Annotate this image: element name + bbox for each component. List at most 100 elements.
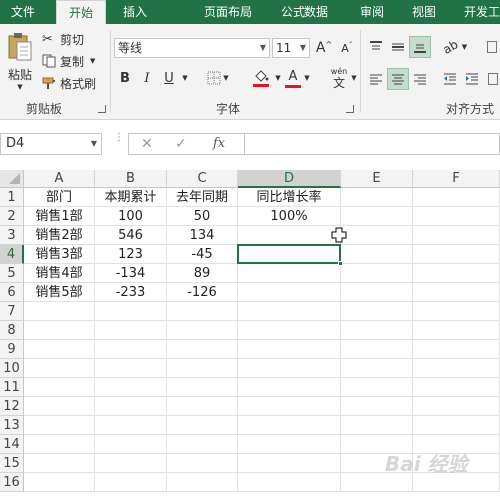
tab-view[interactable]: 视图 xyxy=(404,0,444,24)
cell-a10[interactable] xyxy=(24,359,95,378)
align-bottom-button[interactable] xyxy=(409,36,431,58)
phonetic-dropdown-icon[interactable]: ▼ xyxy=(350,68,358,88)
cell-f6[interactable] xyxy=(413,283,500,302)
cell-b7[interactable] xyxy=(95,302,167,321)
cell-a5[interactable]: 销售4部 xyxy=(24,264,95,283)
fill-color-dropdown-icon[interactable]: ▼ xyxy=(274,68,282,88)
cell-c9[interactable] xyxy=(167,340,238,359)
cell-c1[interactable]: 去年同期 xyxy=(167,188,238,207)
cell-d12[interactable] xyxy=(238,397,341,416)
cell-c7[interactable] xyxy=(167,302,238,321)
row-header-1[interactable]: 1 xyxy=(0,188,24,207)
cell-a11[interactable] xyxy=(24,378,95,397)
column-header-f[interactable]: F xyxy=(413,170,500,188)
cell-a12[interactable] xyxy=(24,397,95,416)
cell-d6[interactable] xyxy=(238,283,341,302)
cell-b4[interactable]: 123 xyxy=(95,245,167,264)
cell-e6[interactable] xyxy=(341,283,413,302)
font-color-button[interactable]: A xyxy=(283,66,303,90)
cell-a8[interactable] xyxy=(24,321,95,340)
row-header-13[interactable]: 13 xyxy=(0,416,24,435)
cell-a15[interactable] xyxy=(24,454,95,473)
cell-d15[interactable] xyxy=(238,454,341,473)
cell-f9[interactable] xyxy=(413,340,500,359)
row-header-11[interactable]: 11 xyxy=(0,378,24,397)
cell-a16[interactable] xyxy=(24,473,95,492)
cell-d2[interactable]: 100% xyxy=(238,207,341,226)
cut-button[interactable]: ✂ 剪切 xyxy=(42,30,92,48)
column-header-d[interactable]: D xyxy=(238,170,341,188)
cell-c8[interactable] xyxy=(167,321,238,340)
decrease-indent-button[interactable] xyxy=(440,68,460,90)
row-header-16[interactable]: 16 xyxy=(0,473,24,492)
align-center-button[interactable] xyxy=(387,68,409,90)
cell-e2[interactable] xyxy=(341,207,413,226)
orientation-button[interactable]: ab ▼ xyxy=(440,36,470,58)
row-header-9[interactable]: 9 xyxy=(0,340,24,359)
formula-input[interactable] xyxy=(244,133,500,155)
cell-e11[interactable] xyxy=(341,378,413,397)
cell-c11[interactable] xyxy=(167,378,238,397)
cell-e7[interactable] xyxy=(341,302,413,321)
cell-e10[interactable] xyxy=(341,359,413,378)
fill-color-button[interactable] xyxy=(246,66,276,90)
tab-page-layout[interactable]: 页面布局 xyxy=(196,0,260,24)
tab-insert[interactable]: 插入 xyxy=(112,0,158,24)
underline-button[interactable]: U xyxy=(160,68,178,88)
grow-font-button[interactable]: A ^ xyxy=(315,38,333,58)
clipboard-dialog-launcher[interactable] xyxy=(98,105,106,113)
column-header-b[interactable]: B xyxy=(95,170,167,188)
cell-c2[interactable]: 50 xyxy=(167,207,238,226)
cell-d7[interactable] xyxy=(238,302,341,321)
cell-e13[interactable] xyxy=(341,416,413,435)
cell-c10[interactable] xyxy=(167,359,238,378)
row-header-14[interactable]: 14 xyxy=(0,435,24,454)
cell-b1[interactable]: 本期累计 xyxy=(95,188,167,207)
borders-button[interactable]: ▼ xyxy=(204,68,232,88)
cell-d1[interactable]: 同比增长率 xyxy=(238,188,341,207)
cell-e12[interactable] xyxy=(341,397,413,416)
column-header-c[interactable]: C xyxy=(167,170,238,188)
cell-f4[interactable] xyxy=(413,245,500,264)
shrink-font-button[interactable]: Aˇ xyxy=(338,38,356,58)
row-header-4[interactable]: 4 xyxy=(0,245,24,264)
cell-a2[interactable]: 销售1部 xyxy=(24,207,95,226)
insert-function-icon[interactable]: fx xyxy=(213,136,225,151)
cell-b11[interactable] xyxy=(95,378,167,397)
cell-f11[interactable] xyxy=(413,378,500,397)
cell-d11[interactable] xyxy=(238,378,341,397)
format-painter-button[interactable]: 格式刷 xyxy=(42,74,104,92)
row-header-10[interactable]: 10 xyxy=(0,359,24,378)
cell-f12[interactable] xyxy=(413,397,500,416)
row-header-5[interactable]: 5 xyxy=(0,264,24,283)
cell-a13[interactable] xyxy=(24,416,95,435)
row-header-12[interactable]: 12 xyxy=(0,397,24,416)
select-all-corner[interactable] xyxy=(0,170,24,188)
cell-b13[interactable] xyxy=(95,416,167,435)
cell-c16[interactable] xyxy=(167,473,238,492)
cell-a3[interactable]: 销售2部 xyxy=(24,226,95,245)
merge-center-button[interactable] xyxy=(486,68,500,90)
align-left-button[interactable] xyxy=(366,68,386,90)
cell-b10[interactable] xyxy=(95,359,167,378)
tab-file[interactable]: 文件 xyxy=(0,0,46,24)
cell-f8[interactable] xyxy=(413,321,500,340)
row-header-7[interactable]: 7 xyxy=(0,302,24,321)
fill-handle[interactable] xyxy=(338,261,343,266)
cell-c5[interactable]: 89 xyxy=(167,264,238,283)
cell-d8[interactable] xyxy=(238,321,341,340)
cell-c12[interactable] xyxy=(167,397,238,416)
column-header-e[interactable]: E xyxy=(341,170,413,188)
cell-f10[interactable] xyxy=(413,359,500,378)
cell-a4[interactable]: 销售3部 xyxy=(24,245,95,264)
row-header-8[interactable]: 8 xyxy=(0,321,24,340)
bold-button[interactable]: B xyxy=(116,68,134,88)
cell-b16[interactable] xyxy=(95,473,167,492)
cell-b3[interactable]: 546 xyxy=(95,226,167,245)
font-size-select[interactable]: 11 ▼ xyxy=(272,38,310,58)
cell-f5[interactable] xyxy=(413,264,500,283)
cell-d10[interactable] xyxy=(238,359,341,378)
align-top-button[interactable] xyxy=(366,36,386,58)
cell-b6[interactable]: -233 xyxy=(95,283,167,302)
underline-dropdown-icon[interactable]: ▼ xyxy=(180,68,190,88)
